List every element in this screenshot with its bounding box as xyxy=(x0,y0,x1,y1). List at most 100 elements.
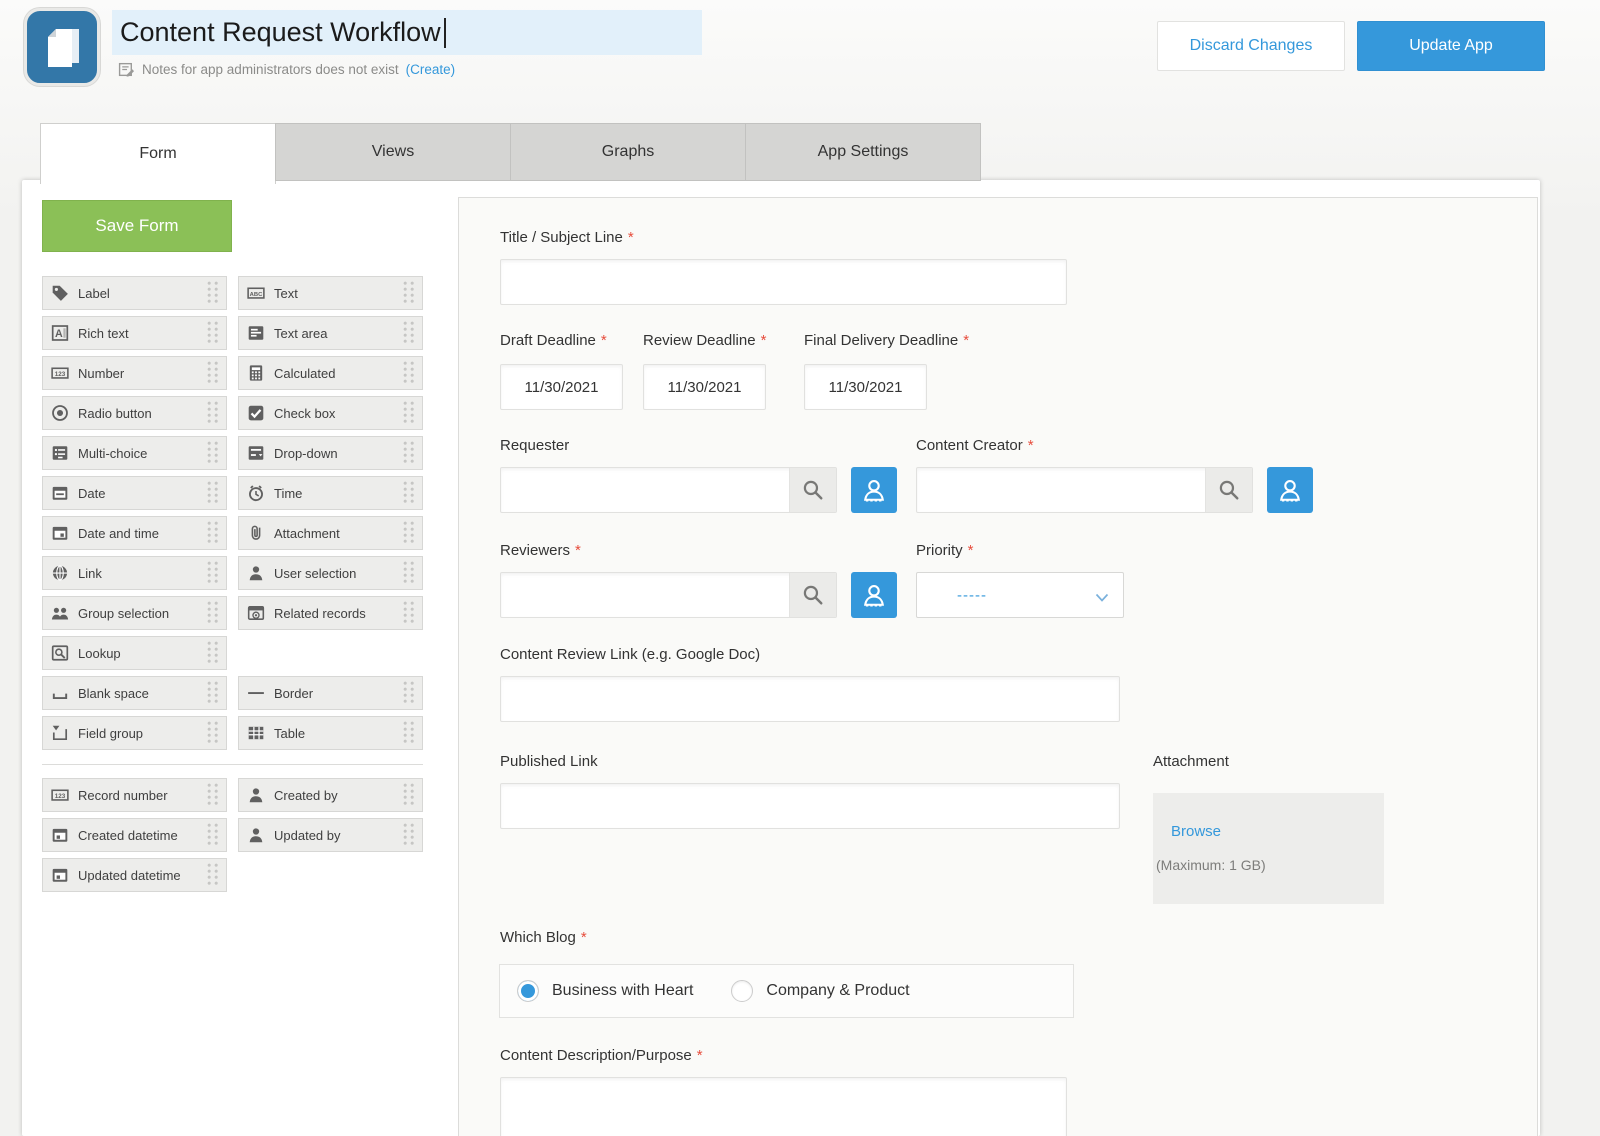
drag-handle-icon[interactable] xyxy=(403,361,417,385)
drag-handle-icon[interactable] xyxy=(207,863,221,887)
save-form-button[interactable]: Save Form xyxy=(42,200,232,252)
content-description-textarea[interactable] xyxy=(500,1077,1067,1136)
drag-handle-icon[interactable] xyxy=(207,823,221,847)
palette-item-text-area[interactable]: Text area xyxy=(238,316,423,350)
update-app-button[interactable]: Update App xyxy=(1357,21,1545,71)
review-deadline-input[interactable] xyxy=(643,364,766,410)
palette-item-date[interactable]: Date xyxy=(42,476,227,510)
radio-option-business-with-heart[interactable]: Business with Heart xyxy=(517,980,693,1002)
palette-item-calculated[interactable]: Calculated xyxy=(238,356,423,390)
palette-item-attachment[interactable]: Attachment xyxy=(238,516,423,550)
drag-handle-icon[interactable] xyxy=(207,321,221,345)
create-notes-link[interactable]: (Create) xyxy=(406,62,456,77)
browse-link[interactable]: Browse xyxy=(1171,823,1384,840)
palette-item-updated-by[interactable]: Updated by xyxy=(238,818,423,852)
reviewers-input[interactable] xyxy=(501,573,789,617)
palette-item-multi-choice[interactable]: Multi-choice xyxy=(42,436,227,470)
palette-item-field-group[interactable]: Field group xyxy=(42,716,227,750)
content-creator-pick-user-button[interactable] xyxy=(1267,467,1313,513)
field-label-published-link: Published Link xyxy=(500,753,598,770)
palette-item-time[interactable]: Time xyxy=(238,476,423,510)
field-label-attachment: Attachment xyxy=(1153,753,1229,770)
requester-input[interactable] xyxy=(501,468,789,512)
palette-item-created-datetime[interactable]: Created datetime xyxy=(42,818,227,852)
reviewers-search-button[interactable] xyxy=(789,573,836,617)
drag-handle-icon[interactable] xyxy=(207,521,221,545)
calculated-icon xyxy=(247,364,265,382)
drag-handle-icon[interactable] xyxy=(207,361,221,385)
drag-handle-icon[interactable] xyxy=(403,681,417,705)
admin-notes-row: Notes for app administrators does not ex… xyxy=(118,61,455,78)
content-review-link-input[interactable] xyxy=(500,676,1120,722)
palette-item-drop-down[interactable]: Drop-down xyxy=(238,436,423,470)
drag-handle-icon[interactable] xyxy=(403,281,417,305)
drag-handle-icon[interactable] xyxy=(207,641,221,665)
related-records-icon xyxy=(247,604,265,622)
palette-item-user-selection[interactable]: User selection xyxy=(238,556,423,590)
drag-handle-icon[interactable] xyxy=(207,441,221,465)
drag-handle-icon[interactable] xyxy=(207,601,221,625)
palette-item-group-selection[interactable]: Group selection xyxy=(42,596,227,630)
rich-text-icon: A xyxy=(51,324,69,342)
palette-item-text[interactable]: ABCText xyxy=(238,276,423,310)
drag-handle-icon[interactable] xyxy=(207,401,221,425)
svg-text:123: 123 xyxy=(55,371,66,378)
drag-handle-icon[interactable] xyxy=(207,721,221,745)
palette-item-record-number[interactable]: 123Record number xyxy=(42,778,227,812)
drag-handle-icon[interactable] xyxy=(403,481,417,505)
tab-views[interactable]: Views xyxy=(275,123,511,181)
palette-item-link[interactable]: Link xyxy=(42,556,227,590)
palette-item-label[interactable]: Label xyxy=(42,276,227,310)
drag-handle-icon[interactable] xyxy=(403,521,417,545)
tab-app-settings[interactable]: App Settings xyxy=(745,123,981,181)
discard-changes-button[interactable]: Discard Changes xyxy=(1157,21,1345,71)
requester-pick-user-button[interactable] xyxy=(851,467,897,513)
palette-item-label: Multi-choice xyxy=(78,446,147,461)
radio-button-icon[interactable] xyxy=(517,980,539,1002)
drag-handle-icon[interactable] xyxy=(403,783,417,807)
tab-form[interactable]: Form xyxy=(40,123,276,184)
palette-item-created-by[interactable]: Created by xyxy=(238,778,423,812)
content-creator-input[interactable] xyxy=(917,468,1205,512)
final-delivery-deadline-input[interactable] xyxy=(804,364,927,410)
published-link-input[interactable] xyxy=(500,783,1120,829)
drag-handle-icon[interactable] xyxy=(403,321,417,345)
radio-option-company-product[interactable]: Company & Product xyxy=(731,980,909,1002)
drag-handle-icon[interactable] xyxy=(403,561,417,585)
attachment-dropzone[interactable]: Browse (Maximum: 1 GB) xyxy=(1153,793,1384,904)
draft-deadline-input[interactable] xyxy=(500,364,623,410)
drag-handle-icon[interactable] xyxy=(403,441,417,465)
palette-item-updated-datetime[interactable]: Updated datetime xyxy=(42,858,227,892)
required-asterisk: * xyxy=(761,332,767,349)
drag-handle-icon[interactable] xyxy=(403,721,417,745)
palette-item-table[interactable]: Table xyxy=(238,716,423,750)
radio-button-icon[interactable] xyxy=(731,980,753,1002)
content-creator-search-button[interactable] xyxy=(1205,468,1252,512)
drag-handle-icon[interactable] xyxy=(207,681,221,705)
reviewers-pick-user-button[interactable] xyxy=(851,572,897,618)
palette-item-date-and-time[interactable]: Date and time xyxy=(42,516,227,550)
drag-handle-icon[interactable] xyxy=(207,783,221,807)
palette-item-lookup[interactable]: Lookup xyxy=(42,636,227,670)
palette-item-rich-text[interactable]: ARich text xyxy=(42,316,227,350)
drag-handle-icon[interactable] xyxy=(207,281,221,305)
tab-graphs[interactable]: Graphs xyxy=(510,123,746,181)
title-subject-input[interactable] xyxy=(500,259,1067,305)
app-title-input[interactable]: Content Request Workflow xyxy=(112,10,702,55)
palette-item-border[interactable]: Border xyxy=(238,676,423,710)
date-icon xyxy=(51,484,69,502)
palette-item-number[interactable]: 123Number xyxy=(42,356,227,390)
drag-handle-icon[interactable] xyxy=(403,401,417,425)
drag-handle-icon[interactable] xyxy=(403,601,417,625)
required-asterisk: * xyxy=(968,542,974,559)
palette-item-related-records[interactable]: Related records xyxy=(238,596,423,630)
drag-handle-icon[interactable] xyxy=(207,481,221,505)
required-asterisk: * xyxy=(601,332,607,349)
drag-handle-icon[interactable] xyxy=(403,823,417,847)
priority-dropdown[interactable]: ----- xyxy=(916,572,1124,618)
palette-item-check-box[interactable]: Check box xyxy=(238,396,423,430)
palette-item-blank-space[interactable]: Blank space xyxy=(42,676,227,710)
drag-handle-icon[interactable] xyxy=(207,561,221,585)
palette-item-radio-button[interactable]: Radio button xyxy=(42,396,227,430)
requester-search-button[interactable] xyxy=(789,468,836,512)
